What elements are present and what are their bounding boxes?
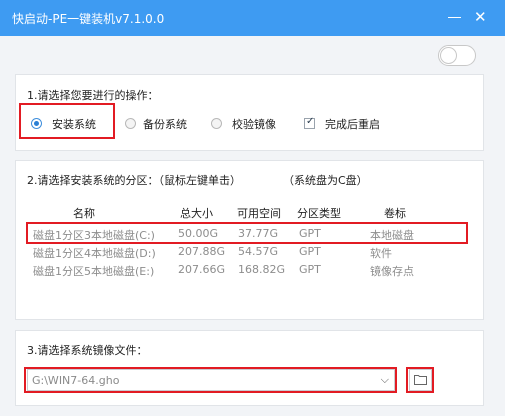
image-select-highlight [24,367,397,393]
cell-name: 磁盘1分区5本地磁盘(E:) [33,265,155,278]
column-volume-label: 卷标 [384,207,406,220]
image-panel: 3.请选择系统镜像文件： G:\WIN7-64.gho ⌵ [15,330,484,406]
cell-total: 50.00G [178,227,219,240]
column-free-space: 可用空间 [237,207,281,220]
partition-title: 2.请选择安装系统的分区：（鼠标左键单击） [27,174,241,187]
toggle-knob [440,47,457,64]
cell-name: 磁盘1分区3本地磁盘(C:) [33,229,155,242]
radio-backup-system[interactable] [125,118,136,129]
cell-label: 镜像存点 [370,265,414,278]
column-partition-type: 分区类型 [297,207,341,220]
radio-install-system[interactable] [31,118,42,129]
option-verify-image[interactable]: 校验镜像 [232,116,276,132]
operation-title: 1.请选择您要进行的操作： [27,89,159,102]
partition-panel: 2.请选择安装系统的分区：（鼠标左键单击） （系统盘为C盘） 名称 总大小 可用… [15,160,484,320]
option-install-system[interactable]: 安装系统 [52,116,96,132]
check-icon: ✓ [306,116,315,127]
radio-verify-image[interactable] [211,118,222,129]
cell-free: 54.57G [238,245,279,258]
partition-note: （系统盘为C盘） [283,174,368,187]
cell-name: 磁盘1分区4本地磁盘(D:) [33,247,156,260]
title-bar: 快启动-PE一键装机v7.1.0.0 ✕ [0,0,505,36]
image-title: 3.请选择系统镜像文件： [27,344,148,357]
option-backup-system[interactable]: 备份系统 [143,116,187,132]
operation-panel: 1.请选择您要进行的操作： 安装系统 备份系统 校验镜像 ✓ 完成后重启 [15,74,484,151]
restart-checkbox[interactable]: ✓ [304,116,315,129]
cell-free: 168.82G [238,263,286,276]
restart-label[interactable]: 完成后重启 [325,116,380,132]
cell-total: 207.88G [178,245,226,258]
cell-label: 软件 [370,247,392,260]
cell-free: 37.77G [238,227,279,240]
cell-type: GPT [299,263,321,276]
window-title: 快启动-PE一键装机v7.1.0.0 [12,12,165,26]
column-total-size: 总大小 [180,207,213,220]
close-icon[interactable]: ✕ [474,9,487,25]
cell-total: 207.66G [178,263,226,276]
cell-label: 本地磁盘 [370,229,414,242]
settings-toggle[interactable] [438,45,476,66]
cell-type: GPT [299,227,321,240]
cell-type: GPT [299,245,321,258]
browse-highlight [406,367,434,393]
minimize-icon[interactable] [448,17,461,18]
column-name: 名称 [73,207,95,220]
